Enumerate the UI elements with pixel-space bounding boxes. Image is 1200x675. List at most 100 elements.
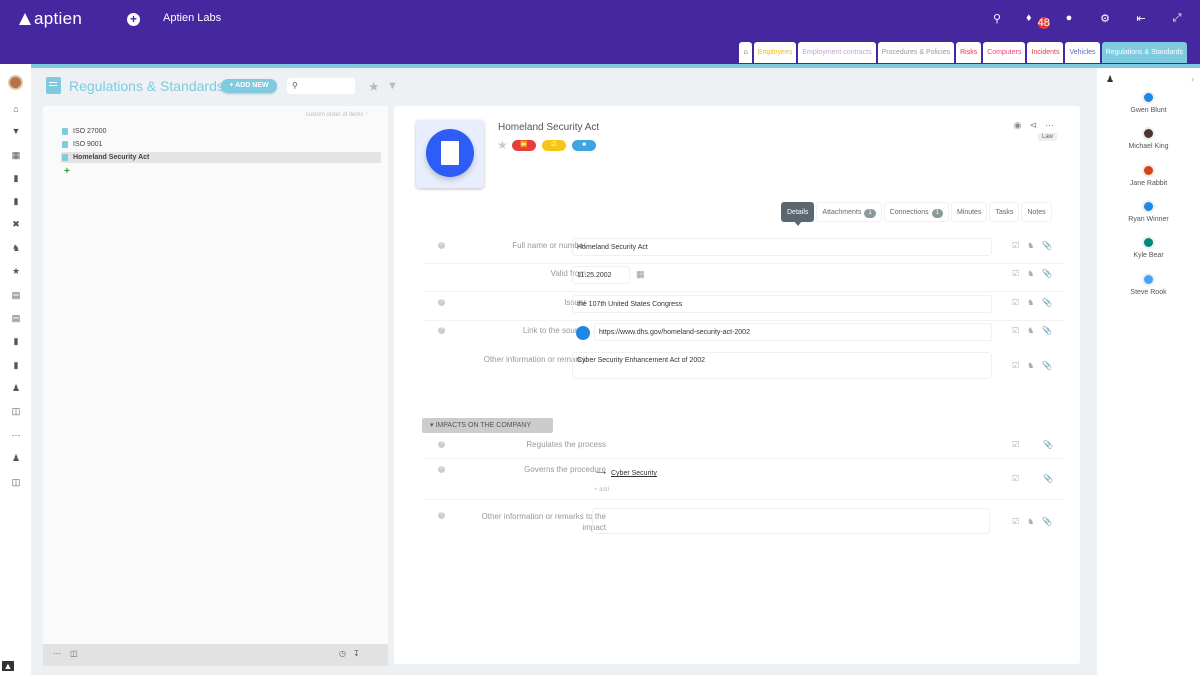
tab-details[interactable]: Details: [781, 202, 815, 226]
favorite-star-icon[interactable]: ★: [497, 138, 508, 152]
tab-tasks[interactable]: Tasks: [989, 202, 1020, 222]
add-link[interactable]: + add: [594, 487, 609, 493]
checkbox-icon[interactable]: ☑: [1012, 361, 1019, 370]
dog-icon[interactable]: ♞: [1027, 517, 1034, 526]
issuer-field[interactable]: the 107th United States Congress: [572, 295, 992, 313]
other-info-field[interactable]: Cyber Security Enhancement Act of 2002: [572, 352, 992, 379]
add-item-icon[interactable]: +: [64, 166, 70, 177]
paperclip-icon[interactable]: 📎: [1043, 474, 1053, 483]
library-icon[interactable]: ◫: [10, 406, 22, 416]
help-icon[interactable]: ?: [438, 441, 445, 448]
help-icon[interactable]: ?: [438, 512, 445, 519]
person-item[interactable]: Jane Rabbit: [1097, 164, 1200, 187]
checkbox-icon[interactable]: ☑: [1012, 474, 1019, 483]
inbox-icon[interactable]: ▼: [10, 126, 22, 136]
person-item[interactable]: Steve Rook: [1097, 273, 1200, 296]
impact-remarks-field[interactable]: [592, 508, 990, 534]
dog-icon[interactable]: ♞: [10, 243, 22, 253]
tab-connections[interactable]: Connections 1: [883, 202, 949, 222]
search-icon[interactable]: ⚲: [990, 12, 1004, 25]
paperclip-icon[interactable]: 📎: [1042, 326, 1052, 335]
network-icon[interactable]: ✖: [10, 219, 22, 229]
tab-employment-contracts[interactable]: Employment contracts: [798, 42, 876, 63]
dog-icon[interactable]: ♞: [1027, 241, 1034, 250]
tree-item-selected[interactable]: Homeland Security Act: [61, 152, 381, 163]
organization-name[interactable]: Aptien Labs: [163, 12, 221, 24]
priority-pill[interactable]: ⏩: [512, 140, 536, 151]
task-pill[interactable]: ☑: [542, 140, 566, 151]
list-icon[interactable]: ▤: [10, 313, 22, 323]
eye-icon[interactable]: ◉: [1014, 120, 1022, 131]
chat-icon[interactable]: ●: [1062, 12, 1076, 25]
checkbox-icon[interactable]: ☑: [1012, 326, 1019, 335]
full-name-field[interactable]: Homeland Security Act: [572, 238, 992, 256]
clipboard-doc-icon[interactable]: ▮: [10, 360, 22, 370]
dog-icon[interactable]: ♞: [1027, 269, 1034, 278]
aptien-small-icon[interactable]: ▲: [2, 661, 14, 671]
tab-vehicles[interactable]: Vehicles: [1065, 42, 1100, 63]
tab-notes[interactable]: Notes: [1021, 202, 1052, 222]
aptien-logo[interactable]: aptien: [19, 9, 82, 29]
paperclip-icon[interactable]: 📎: [1042, 241, 1052, 250]
paperclip-icon[interactable]: 📎: [1042, 269, 1052, 278]
favorites-star-icon[interactable]: ★: [368, 79, 380, 95]
checkbox-icon[interactable]: ☑: [1012, 440, 1019, 449]
gear-icon[interactable]: ⚙: [1098, 12, 1112, 25]
person-item[interactable]: Ryan Winner: [1097, 200, 1200, 223]
help-icon[interactable]: ?: [438, 466, 445, 473]
team-icon[interactable]: ♟: [1106, 74, 1114, 85]
tab-computers[interactable]: Computers: [983, 42, 1026, 63]
tree-item[interactable]: ISO 27000: [61, 126, 381, 137]
download-icon[interactable]: ↧: [353, 649, 360, 658]
share-icon[interactable]: ⊲: [1029, 120, 1037, 131]
add-new-button[interactable]: + ADD NEW: [221, 79, 277, 93]
add-icon[interactable]: +: [127, 13, 140, 26]
folder-add-icon[interactable]: ◫: [70, 649, 78, 658]
person-icon[interactable]: ♟: [10, 383, 22, 393]
globe-icon[interactable]: [576, 326, 590, 340]
clipboard-icon[interactable]: ▮: [10, 173, 22, 183]
filter-icon[interactable]: ▼: [387, 80, 398, 92]
tab-minutes[interactable]: Minutes: [950, 202, 988, 222]
star-icon[interactable]: ★: [10, 266, 22, 276]
checkbox-icon[interactable]: ☑: [1012, 241, 1019, 250]
dog-icon[interactable]: ♞: [1027, 298, 1034, 307]
calendar-icon[interactable]: ▦: [636, 269, 645, 280]
bell-icon[interactable]: ♦ 48: [1026, 12, 1050, 29]
more-icon[interactable]: ⋯: [53, 649, 61, 658]
more-icon[interactable]: ⋯: [1045, 120, 1054, 131]
collapse-icon[interactable]: ⤢: [1170, 12, 1184, 25]
search-input[interactable]: ⚲: [287, 78, 355, 94]
library2-icon[interactable]: ◫: [10, 477, 22, 487]
calendar-icon[interactable]: ▦: [10, 150, 22, 160]
impacts-section-toggle[interactable]: ▾ IMPACTS ON THE COMPANY: [422, 418, 553, 433]
dog-icon[interactable]: ♞: [1027, 361, 1034, 370]
valid-from-field[interactable]: 11.25.2002: [572, 266, 630, 284]
tab-regulations[interactable]: Regulations & Standards: [1101, 42, 1187, 63]
clipboard-list-icon[interactable]: ▮: [10, 336, 22, 346]
chevron-right-icon[interactable]: ›: [1191, 74, 1194, 84]
tab-employees[interactable]: Employees: [753, 42, 797, 63]
paperclip-icon[interactable]: 📎: [1043, 440, 1053, 449]
link-field[interactable]: https://www.dhs.gov/homeland-security-ac…: [594, 323, 992, 341]
clock-icon[interactable]: ◷: [339, 649, 346, 658]
comment-pill[interactable]: ■: [572, 140, 596, 151]
user-avatar[interactable]: [8, 75, 23, 90]
tab-risks[interactable]: Risks: [956, 42, 982, 63]
checkbox-icon[interactable]: ☑: [1012, 269, 1019, 278]
clipboard-check-icon[interactable]: ▮: [10, 196, 22, 206]
grid-icon[interactable]: ⋯: [10, 430, 22, 440]
tab-home[interactable]: ⌂: [739, 42, 752, 63]
checkbox-icon[interactable]: ☑: [1012, 298, 1019, 307]
paperclip-icon[interactable]: 📎: [1042, 298, 1052, 307]
custom-order-sort[interactable]: custom order of items ↑: [306, 112, 368, 118]
person-item[interactable]: Gwen Blunt: [1097, 91, 1200, 114]
tab-procedures[interactable]: Procedures & Policies: [877, 42, 955, 63]
team-icon[interactable]: ♟: [10, 453, 22, 463]
logout-icon[interactable]: ⇤: [1134, 12, 1148, 25]
person-item[interactable]: Kyle Bear: [1097, 236, 1200, 259]
paperclip-icon[interactable]: 📎: [1042, 361, 1052, 370]
checkbox-icon[interactable]: ☑: [1012, 517, 1019, 526]
dog-icon[interactable]: ♞: [1027, 326, 1034, 335]
cyber-security-link[interactable]: Cyber Security: [611, 470, 657, 477]
